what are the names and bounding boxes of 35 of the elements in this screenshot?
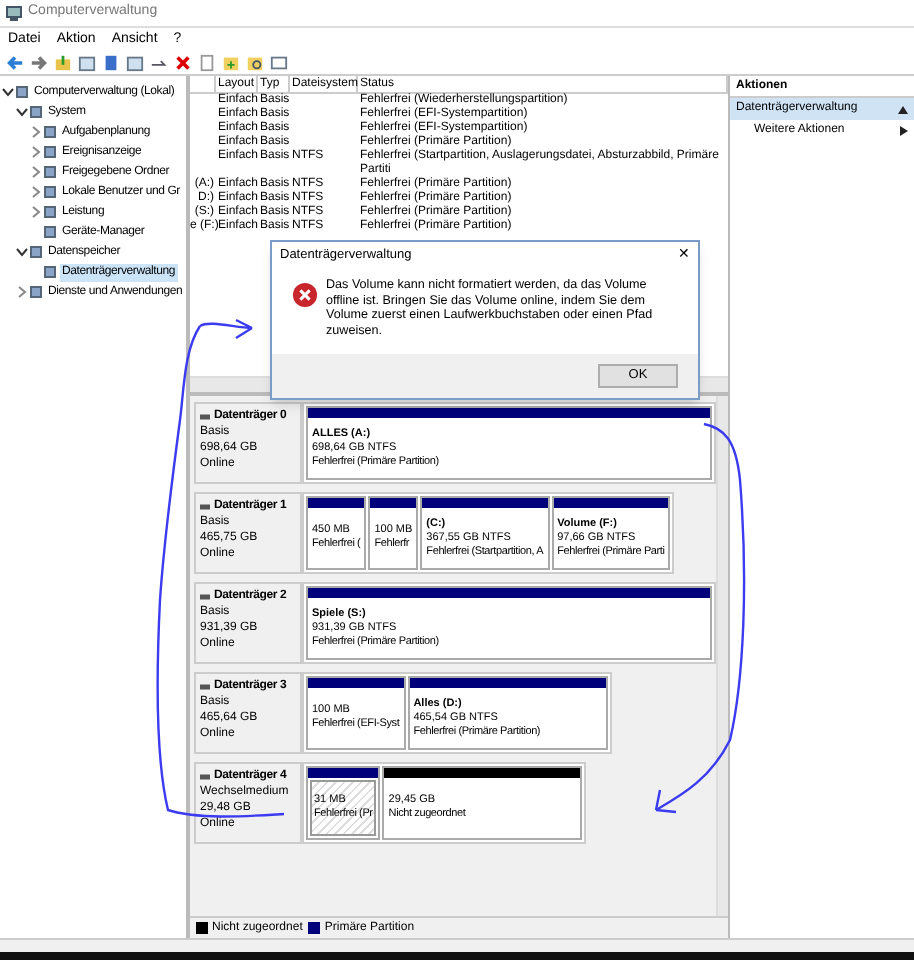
node-icon — [30, 106, 42, 118]
expanded-chevron-icon[interactable] — [16, 106, 28, 118]
collapsed-chevron-icon[interactable] — [30, 146, 42, 158]
folder-up-icon[interactable] — [54, 54, 72, 72]
panel-icon[interactable] — [78, 54, 96, 72]
collapsed-chevron-icon[interactable] — [16, 286, 28, 298]
collapsed-chevron-icon[interactable] — [30, 206, 42, 218]
delete-icon[interactable] — [174, 54, 192, 72]
folder-icon[interactable] — [222, 54, 240, 72]
node-icon — [44, 186, 56, 198]
node-icon — [44, 126, 56, 138]
node-icon — [44, 226, 56, 238]
node-icon — [16, 86, 28, 98]
panel-icon[interactable] — [126, 54, 144, 72]
window-icon[interactable] — [270, 54, 288, 72]
collapse-icon[interactable] — [898, 105, 908, 113]
expanded-chevron-icon[interactable] — [16, 246, 28, 258]
submenu-icon — [900, 126, 908, 136]
node-icon — [30, 246, 42, 258]
document-icon[interactable] — [198, 54, 216, 72]
computer-icon — [6, 5, 22, 21]
node-icon — [44, 166, 56, 178]
node-icon — [30, 286, 42, 298]
expanded-chevron-icon[interactable] — [2, 86, 14, 98]
node-icon — [44, 266, 56, 278]
node-icon — [44, 206, 56, 218]
collapsed-chevron-icon[interactable] — [30, 126, 42, 138]
help-icon[interactable] — [102, 54, 120, 72]
back-arrow-icon[interactable] — [6, 54, 24, 72]
collapsed-chevron-icon[interactable] — [30, 166, 42, 178]
error-icon — [292, 282, 318, 308]
collapsed-chevron-icon[interactable] — [30, 186, 42, 198]
folder-search-icon[interactable] — [246, 54, 264, 72]
node-icon — [44, 146, 56, 158]
forward-arrow-icon[interactable] — [30, 54, 48, 72]
